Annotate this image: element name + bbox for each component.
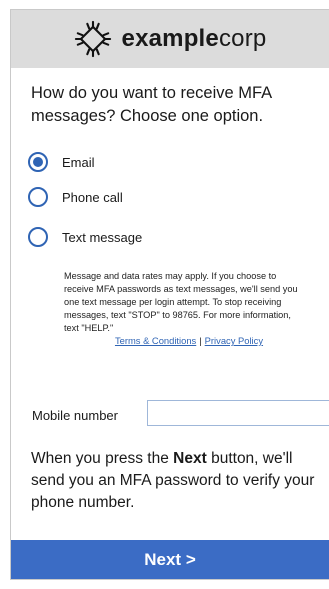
option-text-message[interactable]: Text message bbox=[28, 227, 142, 247]
radio-text-message[interactable] bbox=[28, 227, 48, 247]
next-button[interactable]: Next > bbox=[11, 540, 329, 579]
info-text-before: When you press the bbox=[31, 450, 174, 467]
option-phone-call[interactable]: Phone call bbox=[28, 187, 123, 207]
question-text: How do you want to receive MFA messages?… bbox=[31, 84, 272, 125]
terms-link[interactable]: Terms & Conditions bbox=[115, 335, 196, 346]
header-bar: examplecorp bbox=[11, 10, 329, 68]
option-label-text-message: Text message bbox=[62, 229, 143, 245]
info-text-bold: Next bbox=[173, 450, 207, 467]
brand-name: examplecorp bbox=[122, 25, 267, 53]
brand-name-regular: corp bbox=[218, 25, 267, 52]
mobile-number-input[interactable] bbox=[147, 400, 329, 426]
chip-icon bbox=[74, 20, 111, 58]
brand-name-bold: example bbox=[121, 25, 219, 52]
option-email[interactable]: Email bbox=[28, 152, 95, 172]
radio-email[interactable] bbox=[28, 152, 48, 172]
legal-links: Terms & Conditions | Privacy Policy bbox=[69, 335, 309, 346]
mfa-panel: examplecorp How do you want to receive M… bbox=[10, 9, 329, 580]
sms-disclaimer: Message and data rates may apply. If you… bbox=[64, 271, 298, 333]
link-separator: | bbox=[199, 335, 202, 346]
next-info-text: When you press the Next button, we'll se… bbox=[31, 448, 323, 514]
radio-selected-dot bbox=[33, 157, 43, 167]
option-label-email: Email bbox=[62, 154, 95, 170]
option-label-phone-call: Phone call bbox=[62, 189, 123, 205]
mobile-number-label: Mobile number bbox=[32, 408, 118, 423]
privacy-link[interactable]: Privacy Policy bbox=[205, 335, 263, 346]
radio-phone-call[interactable] bbox=[28, 187, 48, 207]
